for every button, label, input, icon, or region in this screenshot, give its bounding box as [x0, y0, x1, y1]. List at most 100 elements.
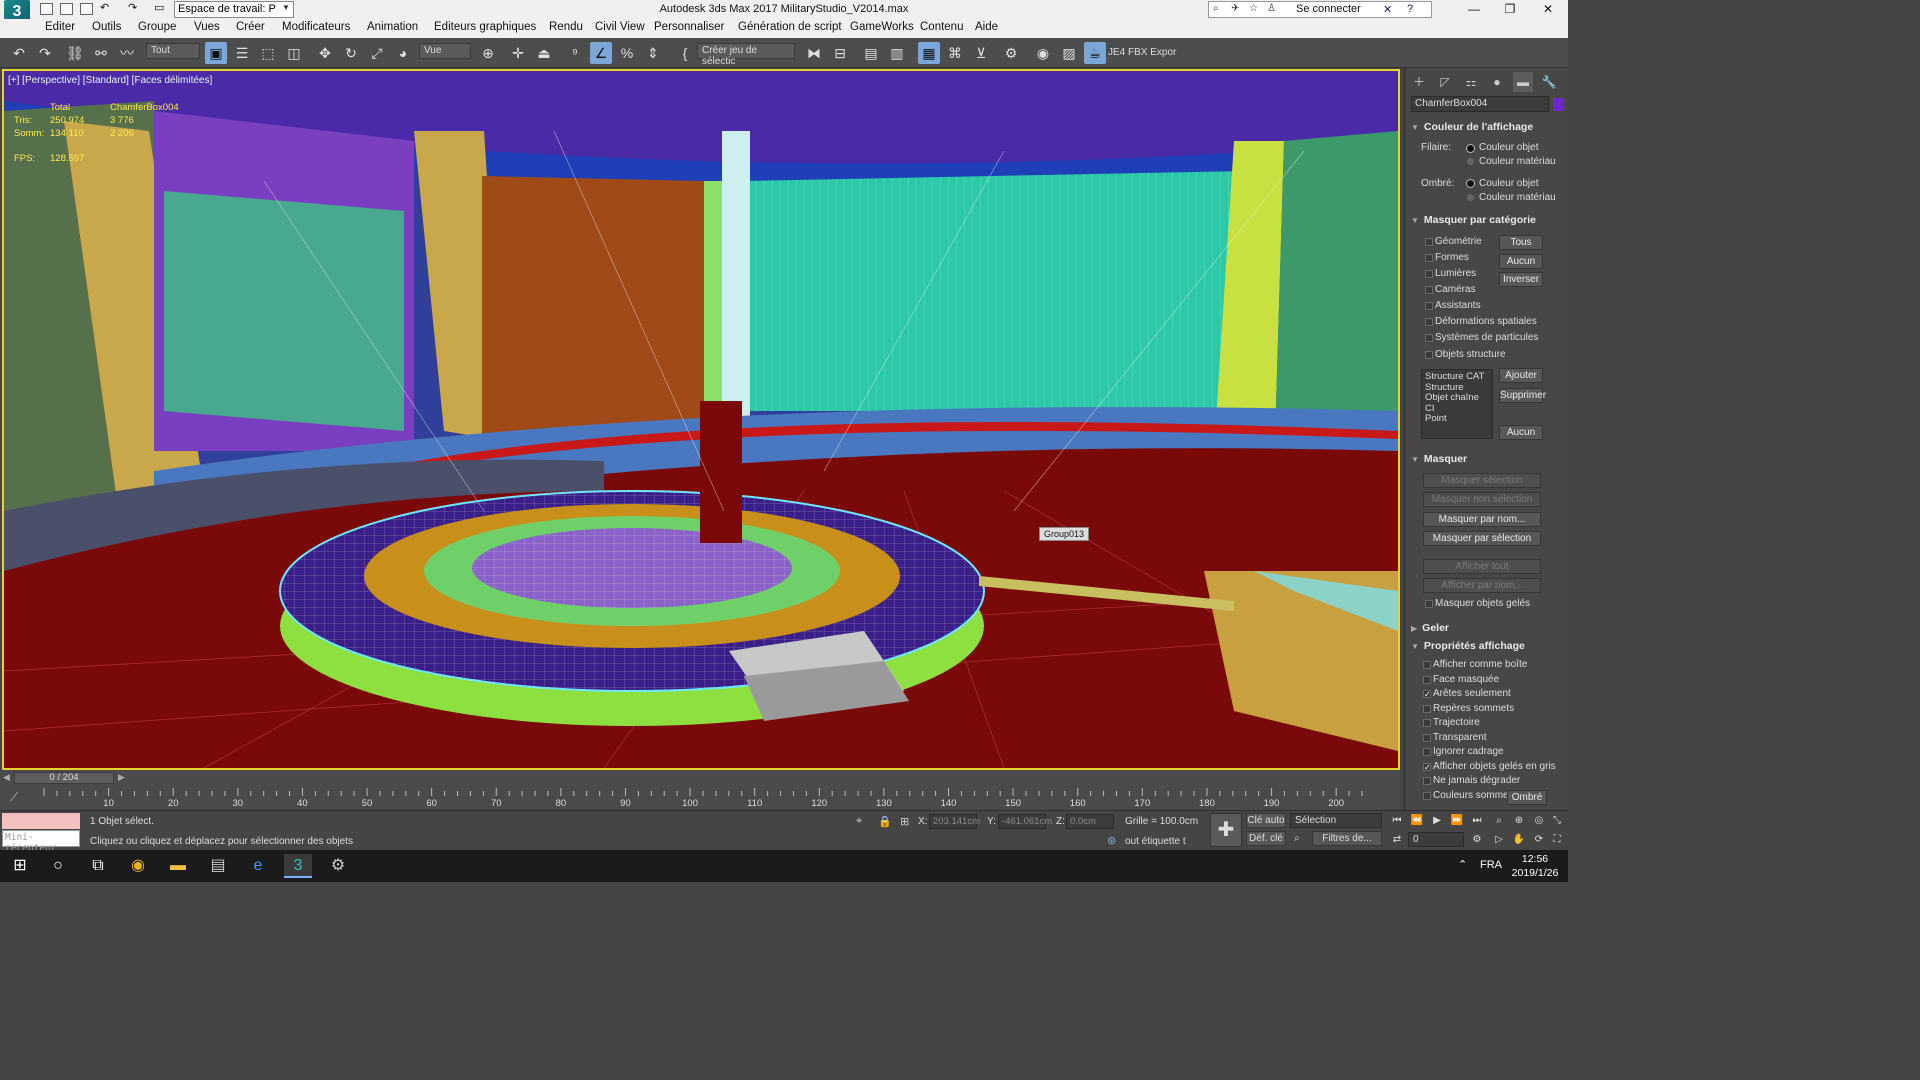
place-icon[interactable]: ◕ [392, 42, 414, 64]
named-selection-dropdown[interactable]: Créer jeu de sélectic [697, 43, 795, 67]
zoom-all-icon[interactable]: ⊕ [1512, 814, 1526, 828]
category-checkbox[interactable] [1425, 254, 1433, 262]
rollout-hide[interactable]: ▼ Masquer [1411, 453, 1559, 468]
app-gear-icon[interactable]: ⚙ [324, 854, 352, 878]
play-icon[interactable]: ▶ [1430, 814, 1444, 828]
modify-tab-icon[interactable]: ◸ [1435, 72, 1455, 92]
category-checkbox[interactable] [1425, 351, 1433, 359]
hide-selected-button[interactable]: Masquer sélection [1423, 473, 1541, 488]
keyboard-shortcut-icon[interactable]: ⏏ [533, 42, 555, 64]
app-window-icon[interactable]: ▤ [204, 854, 232, 878]
category-checkbox[interactable] [1425, 270, 1433, 278]
redo-icon[interactable]: ↷ [34, 42, 56, 64]
rollout-display-properties[interactable]: ▼ Propriétés affichage [1411, 640, 1559, 655]
render-frame-icon[interactable]: ◉ [1032, 42, 1054, 64]
zoom-extents-all-icon[interactable]: ⤡ [1550, 814, 1564, 828]
x-coordinate-field[interactable]: 203.141cm [929, 814, 980, 829]
tray-clock[interactable]: 12:56 2019/1/26 [1506, 852, 1564, 880]
rollout-freeze[interactable]: ▶ Geler [1411, 622, 1559, 637]
hide-by-name-button[interactable]: Masquer par nom... [1423, 512, 1541, 527]
list-item[interactable]: Objet chaîne CI [1425, 392, 1489, 414]
move-icon[interactable]: ✥ [314, 42, 336, 64]
rollout-hide-by-category[interactable]: ▼ Masquer par catégorie [1411, 214, 1559, 229]
key-mode-icon[interactable]: ⌕ [1294, 833, 1300, 844]
chrome-icon[interactable]: ◉ [124, 854, 152, 878]
3dsmax-taskbar-icon[interactable]: 3 [284, 854, 312, 878]
add-button[interactable]: Ajouter [1499, 368, 1543, 383]
list-item[interactable]: Structure CAT [1425, 371, 1489, 383]
display-prop-checkbox[interactable] [1423, 734, 1431, 742]
favorites-icon[interactable]: ☆ [1249, 3, 1258, 14]
layer-explorer-icon[interactable]: ▤ [860, 42, 882, 64]
hierarchy-tab-icon[interactable]: ⚏ [1461, 72, 1481, 92]
menu-modificateurs[interactable]: Modificateurs [282, 21, 350, 33]
z-coordinate-field[interactable]: 0.0cm [1066, 814, 1114, 829]
edit-named-sets-icon[interactable]: { [674, 42, 696, 64]
bind-spacewarp-icon[interactable]: 〰 [116, 42, 138, 64]
select-object-icon[interactable]: ▣ [205, 42, 227, 64]
key-filters-button[interactable]: Filtres de... [1312, 831, 1382, 846]
menu-groupe[interactable]: Groupe [138, 21, 176, 33]
open-file-icon[interactable] [60, 3, 73, 15]
set-key-button[interactable]: Déf. clé [1246, 831, 1286, 846]
tray-chevron-up-icon[interactable]: ⌃ [1458, 858, 1467, 871]
menu-animation[interactable]: Animation [367, 21, 418, 33]
object-name-field[interactable]: ChamferBox004 [1411, 96, 1549, 112]
display-prop-checkbox[interactable] [1423, 748, 1431, 756]
all-button[interactable]: Tous [1499, 235, 1543, 250]
fov-icon[interactable]: ▷ [1492, 833, 1506, 847]
comm-center-icon[interactable]: ✈ [1231, 3, 1239, 14]
binoculars-icon[interactable]: ⌕ [1213, 3, 1219, 14]
shaded-object-color-radio[interactable] [1467, 180, 1474, 187]
display-prop-checkbox[interactable] [1423, 792, 1431, 800]
percent-snap-icon[interactable]: % [616, 42, 638, 64]
display-prop-checkbox[interactable] [1423, 661, 1431, 669]
next-frame-icon[interactable]: ▶ [118, 772, 125, 783]
prev-key-icon[interactable]: ⏪ [1410, 814, 1424, 828]
go-to-end-icon[interactable]: ⏭ [1470, 814, 1484, 828]
language-indicator[interactable]: FRA [1480, 859, 1502, 871]
curve-editor-icon[interactable]: ▦ [918, 42, 940, 64]
menu-personnaliser[interactable]: Personnaliser [654, 21, 724, 33]
time-slider[interactable]: ◀ 0 / 204 ▶ [0, 770, 1400, 786]
menu-gameworks[interactable]: GameWorks [850, 21, 914, 33]
ribbon-toggle-icon[interactable]: ▥ [886, 42, 908, 64]
new-file-icon[interactable] [40, 3, 53, 15]
pan-icon[interactable]: ✋ [1512, 833, 1526, 847]
user-icon[interactable]: ♙ [1267, 3, 1276, 14]
menu-civil-view[interactable]: Civil View [595, 21, 645, 33]
category-exclusion-list[interactable]: Structure CAT Structure Objet chaîne CI … [1421, 369, 1493, 439]
rollout-display-color[interactable]: ▼ Couleur de l'affichage [1411, 121, 1559, 136]
remove-button[interactable]: Supprimer [1499, 388, 1546, 403]
project-folder-icon[interactable]: ▭ [154, 1, 167, 14]
absolute-mode-icon[interactable]: ⊞ [900, 815, 909, 828]
display-tab-icon[interactable]: ▬ [1513, 72, 1533, 92]
category-checkbox[interactable] [1425, 302, 1433, 310]
menu-generation-script[interactable]: Génération de script [738, 21, 842, 33]
object-color-swatch[interactable] [1553, 98, 1564, 111]
cortana-search-icon[interactable]: ○ [44, 854, 72, 878]
close-button[interactable]: ✕ [1528, 0, 1568, 19]
scale-icon[interactable]: ⤢ [366, 42, 388, 64]
menu-contenu[interactable]: Contenu [920, 21, 963, 33]
add-time-tag-button[interactable]: out étiquette t [1125, 836, 1186, 847]
next-key-icon[interactable]: ⏩ [1450, 814, 1464, 828]
time-config-icon[interactable]: ⚙ [1470, 833, 1484, 847]
menu-editeurs-graphiques[interactable]: Editeurs graphiques [434, 21, 536, 33]
unhide-by-name-button[interactable]: Afficher par nom... [1423, 578, 1541, 593]
align-icon[interactable]: ⊟ [829, 42, 851, 64]
viewport-label[interactable]: [+] [Perspective] [Standard] [Faces déli… [8, 75, 212, 86]
create-tab-icon[interactable]: ＋ [1409, 72, 1429, 92]
time-slider-handle[interactable]: 0 / 204 [14, 772, 114, 784]
auto-key-button[interactable]: Clé auto [1246, 813, 1286, 828]
orbit-icon[interactable]: ⟳ [1532, 833, 1546, 847]
track-bar[interactable]: ⟋ 10 20 30 40 50 60 70 80 90 100 110 120 130 140 150 16… [0, 786, 1400, 810]
file-explorer-icon[interactable]: ▬ [164, 854, 192, 878]
undo-icon[interactable]: ↶ [8, 42, 30, 64]
category-checkbox[interactable] [1425, 286, 1433, 294]
mirror-icon[interactable]: ⧓ [803, 42, 825, 64]
display-prop-checkbox[interactable] [1423, 705, 1431, 713]
zoom-icon[interactable]: ⌕ [1492, 814, 1506, 828]
none-button[interactable]: Aucun [1499, 254, 1543, 269]
set-key-big-icon[interactable]: ✚ [1210, 813, 1242, 847]
